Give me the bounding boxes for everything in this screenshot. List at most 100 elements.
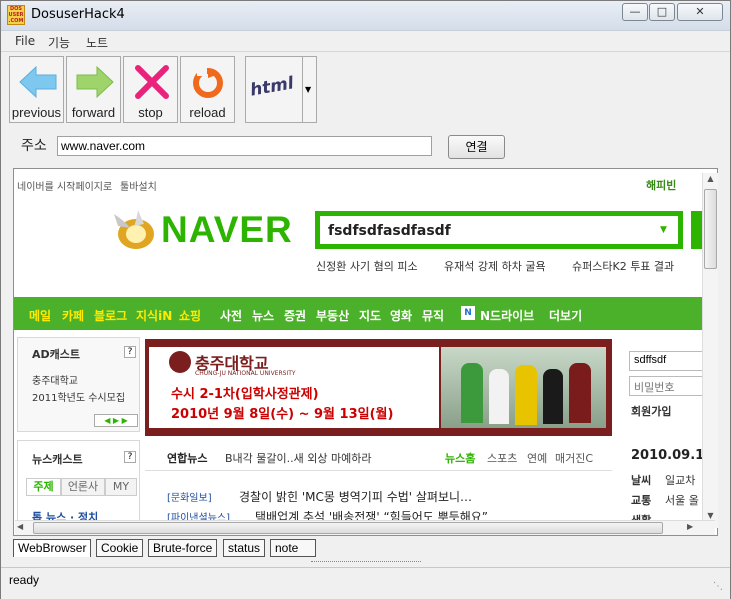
ndrive-icon: N: [461, 306, 475, 320]
adcast-help-button[interactable]: ?: [124, 346, 136, 358]
adcast-pager[interactable]: ◀ ▶ ▶: [94, 414, 138, 427]
banner-line2: 2010년 9월 8일(수) ~ 9월 13일(월): [171, 407, 394, 422]
tab-brute-force[interactable]: Brute-force: [148, 539, 218, 557]
reload-button[interactable]: reload: [180, 56, 235, 123]
vertical-scroll-thumb[interactable]: [704, 189, 717, 269]
banner-photo: [441, 347, 606, 428]
nav-movie[interactable]: 영화: [390, 307, 412, 324]
set-homepage-link[interactable]: 네이버를 시작페이지로: [17, 178, 112, 193]
status-bar: [1, 567, 730, 599]
address-input[interactable]: www.naver.com: [57, 136, 432, 156]
tab-cookie[interactable]: Cookie: [96, 539, 144, 557]
scroll-left-icon[interactable]: ◀: [17, 522, 29, 534]
naver-logo[interactable]: NAVER: [161, 209, 293, 251]
yonhap-headline[interactable]: B내각 물갈이..새 외상 마예하라: [225, 450, 371, 466]
keyword-3[interactable]: 슈퍼스타K2 투표 결과: [572, 258, 674, 274]
right-arrow-icon: [76, 65, 114, 99]
dropdown-arrow-icon: ▼: [305, 85, 312, 94]
newscast-tab-my[interactable]: MY: [105, 478, 137, 496]
nav-blog[interactable]: 블로그: [94, 307, 127, 324]
vertical-scrollbar[interactable]: ▲ ▼: [702, 173, 718, 528]
app-window: DOS USER .COM DosuserHack4 — □ ✕ File 기능…: [0, 0, 731, 599]
keyword-2[interactable]: 유재석 강제 하차 굴욕: [444, 258, 546, 274]
weather-label: 날씨: [631, 474, 652, 487]
weather-value[interactable]: 일교차: [665, 472, 695, 488]
scroll-up-icon[interactable]: ▲: [704, 174, 717, 187]
previous-button[interactable]: previous: [9, 56, 64, 123]
web-browser-view[interactable]: 네이버를 시작페이지로 툴바설치 해피빈 NAVER fsdfsdfasdfas…: [13, 168, 718, 536]
naver-logo-mascot: [114, 210, 154, 249]
nav-map[interactable]: 지도: [359, 307, 381, 324]
ad-banner[interactable]: 충주대학교 CHUNG-JU NATIONAL UNIVERSITY 수시 2-…: [145, 339, 612, 436]
newscast-title: 뉴스캐스트: [32, 453, 83, 466]
menu-file[interactable]: File: [15, 34, 35, 48]
traffic-label: 교통: [631, 494, 652, 507]
title-bar[interactable]: DOS USER .COM DosuserHack4 — □ ✕: [1, 1, 730, 31]
toolbar-install-link[interactable]: 툴바설치: [120, 178, 157, 193]
adcast-line1[interactable]: 충주대학교: [32, 372, 78, 387]
news-home-link[interactable]: 뉴스홈: [445, 450, 475, 466]
nav-mail[interactable]: 메일: [29, 307, 51, 324]
stop-button[interactable]: stop: [123, 56, 178, 123]
horizontal-scrollbar[interactable]: ◀ ▶: [15, 520, 715, 535]
adcast-title: AD캐스트: [32, 348, 81, 361]
date-label: 2010.09.1: [631, 448, 705, 463]
nav-shopping[interactable]: 쇼핑: [179, 307, 201, 324]
nav-stock[interactable]: 증권: [284, 307, 306, 324]
naver-nav-bar: 메일 카페 블로그 지식iN 쇼핑 사전 뉴스 증권 부동산 지도 영화 뮤직 …: [14, 297, 704, 330]
address-label: 주소: [21, 138, 47, 154]
horizontal-scroll-thumb[interactable]: [33, 522, 663, 534]
search-input[interactable]: fsdfsdfasdfasdf: [328, 223, 451, 239]
nav-kin[interactable]: 지식iN: [136, 307, 172, 324]
nav-ndrive[interactable]: N드라이브: [480, 307, 534, 324]
tab-webbrowser[interactable]: WebBrowser: [13, 539, 92, 557]
newscast-help-button[interactable]: ?: [124, 451, 136, 463]
tab-note[interactable]: note: [270, 539, 316, 557]
minimize-button[interactable]: —: [622, 3, 648, 21]
splitter-handle[interactable]: [311, 561, 421, 566]
menu-function[interactable]: 기능: [48, 34, 70, 51]
newscast-tab-press[interactable]: 언론사: [61, 478, 105, 496]
html-label: html: [248, 73, 296, 101]
nav-news[interactable]: 뉴스: [252, 307, 274, 324]
magazine-link[interactable]: 매거진C: [555, 450, 593, 466]
nav-cafe[interactable]: 카페: [62, 307, 84, 324]
resize-grip-icon[interactable]: ⋱: [713, 581, 723, 592]
nav-realestate[interactable]: 부동산: [316, 307, 349, 324]
keyword-1[interactable]: 신정환 사기 혐의 피소: [316, 258, 418, 274]
reload-label: reload: [189, 105, 226, 120]
banner-line1: 수시 2-1차(입학사정관제): [171, 387, 319, 402]
forward-button[interactable]: forward: [66, 56, 121, 123]
menu-bar: File 기능 노트: [1, 31, 730, 52]
divider: [145, 470, 612, 471]
entertainment-link[interactable]: 연예: [527, 450, 547, 466]
window-title: DosuserHack4: [31, 7, 125, 22]
scroll-right-icon[interactable]: ▶: [687, 522, 699, 534]
yonhap-label: 연합뉴스: [167, 452, 208, 465]
menu-note[interactable]: 노트: [86, 34, 108, 51]
close-button[interactable]: ✕: [677, 3, 723, 21]
maximize-button[interactable]: □: [649, 3, 675, 21]
html-dropdown-button[interactable]: ▼: [302, 56, 317, 123]
happybean-link[interactable]: 해피빈: [646, 177, 676, 193]
go-button[interactable]: 연결: [448, 135, 505, 159]
search-box[interactable]: fsdfsdfasdfasdf ▼: [315, 211, 683, 249]
stop-x-icon: [135, 65, 169, 99]
search-dropdown-icon[interactable]: ▼: [660, 225, 667, 235]
nav-dictionary[interactable]: 사전: [220, 307, 242, 324]
status-text: ready: [9, 573, 40, 587]
html-button[interactable]: html: [245, 56, 303, 123]
adcast-line2[interactable]: 2011학년도 수시모집: [32, 389, 125, 404]
app-icon: DOS USER .COM: [7, 5, 25, 25]
tab-status[interactable]: status: [223, 539, 266, 557]
nav-more[interactable]: 더보기: [549, 307, 582, 324]
news-title-1[interactable]: 경찰이 밝힌 'MC몽 병역기피 수법' 살펴보니…: [239, 488, 472, 505]
banner-text-area: 충주대학교 CHUNG-JU NATIONAL UNIVERSITY 수시 2-…: [149, 347, 439, 428]
newscast-tab-topic[interactable]: 주제: [26, 478, 61, 496]
sports-link[interactable]: 스포츠: [487, 450, 517, 466]
traffic-value[interactable]: 서울 올: [665, 492, 699, 508]
toolbar: previous forward stop reload html ▼: [1, 53, 730, 125]
nav-music[interactable]: 뮤직: [422, 307, 444, 324]
join-link[interactable]: 회원가입: [631, 403, 671, 419]
adcast-panel: AD캐스트 ? 충주대학교 2011학년도 수시모집 ◀ ▶ ▶: [17, 337, 140, 432]
